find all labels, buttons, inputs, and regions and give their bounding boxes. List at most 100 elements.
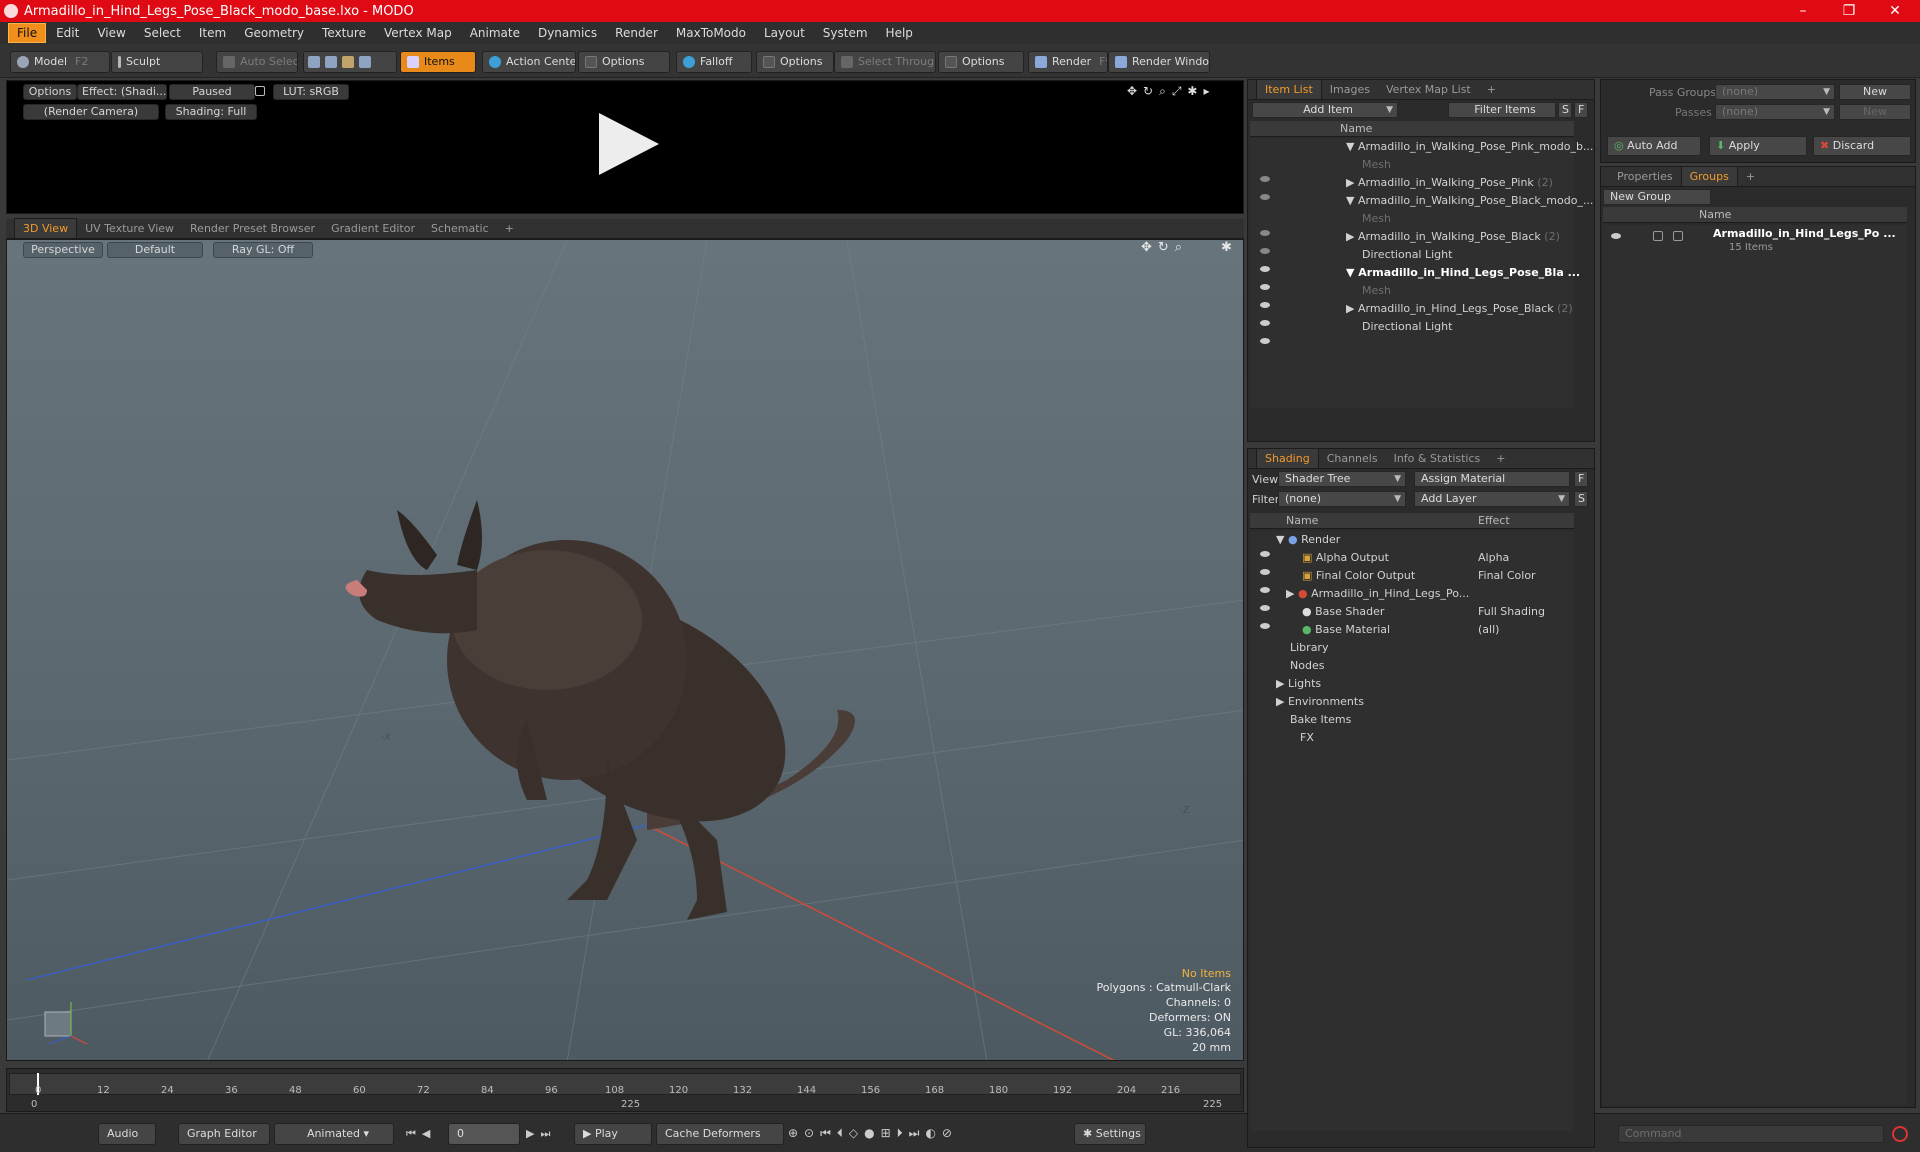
effect-full-shading-dropdown[interactable]: Full Shading bbox=[1478, 603, 1545, 621]
tree-row-directional-light[interactable]: Directional Light bbox=[1362, 246, 1452, 264]
edges-mode-icon[interactable] bbox=[325, 56, 337, 68]
shader-row-nodes[interactable]: Nodes bbox=[1290, 657, 1324, 675]
menu-maxtomodo[interactable]: MaxToModo bbox=[668, 24, 754, 42]
visibility-eye-icon[interactable] bbox=[1260, 551, 1270, 557]
minimize-button[interactable]: – bbox=[1780, 0, 1826, 22]
command-input[interactable]: Command bbox=[1618, 1125, 1884, 1143]
menu-dynamics[interactable]: Dynamics bbox=[530, 24, 605, 42]
tab-item-list[interactable]: Item List bbox=[1256, 79, 1322, 99]
menu-view[interactable]: View bbox=[89, 24, 133, 42]
tab-schematic[interactable]: Schematic bbox=[423, 219, 497, 238]
shader-row-base-material[interactable]: ● Base Material bbox=[1302, 621, 1390, 639]
menu-select[interactable]: Select bbox=[136, 24, 189, 42]
new-group-button[interactable]: New Group bbox=[1603, 189, 1711, 205]
record-icon[interactable] bbox=[1892, 1126, 1908, 1142]
filter-items-input[interactable]: Filter Items bbox=[1448, 102, 1556, 118]
graph-editor-button[interactable]: Graph Editor bbox=[178, 1123, 270, 1145]
preview-camera-dropdown[interactable]: (Render Camera) bbox=[23, 104, 159, 120]
tree-row-hind-legs-black[interactable]: ▶ Armadillo_in_Hind_Legs_Pose_Black (2) bbox=[1346, 300, 1573, 318]
action-center-options-button[interactable]: Options bbox=[578, 51, 670, 73]
3d-viewport[interactable]: Perspective Default Ray GL: Off ✥↻⌕ ✱ -X… bbox=[6, 239, 1244, 1061]
tab-properties[interactable]: Properties bbox=[1609, 167, 1681, 186]
shader-row-final-color-output[interactable]: ▣ Final Color Output bbox=[1302, 567, 1415, 585]
shader-row-lights[interactable]: ▶ Lights bbox=[1276, 675, 1321, 693]
tree-row-directional-light[interactable]: Directional Light bbox=[1362, 318, 1452, 336]
preview-lut-dropdown[interactable]: LUT: sRGB bbox=[273, 84, 349, 100]
visibility-eye-icon[interactable] bbox=[1260, 266, 1270, 272]
tree-row-hind-legs-scene[interactable]: ▼ Armadillo_in_Hind_Legs_Pose_Bla ... bbox=[1346, 264, 1580, 282]
materials-mode-icon[interactable] bbox=[359, 56, 371, 68]
cache-deformers-button[interactable]: Cache Deformers bbox=[656, 1123, 784, 1145]
falloff-button[interactable]: Falloff bbox=[676, 51, 752, 73]
render-window-button[interactable]: Render Window bbox=[1108, 51, 1210, 73]
effect-alpha-dropdown[interactable]: Alpha bbox=[1478, 549, 1509, 567]
visibility-eye-icon[interactable] bbox=[1611, 233, 1621, 239]
shader-row-bake-items[interactable]: Bake Items bbox=[1290, 711, 1351, 729]
tree-row-mesh[interactable]: Mesh bbox=[1362, 282, 1391, 300]
s-button[interactable]: S bbox=[1558, 102, 1572, 118]
menu-item[interactable]: Item bbox=[191, 24, 234, 42]
preview-paused-button[interactable]: Paused bbox=[169, 84, 255, 100]
visibility-eye-icon[interactable] bbox=[1260, 248, 1270, 254]
tab-channels[interactable]: Channels bbox=[1319, 449, 1386, 468]
armadillo-model[interactable] bbox=[345, 500, 855, 920]
effect-all-dropdown[interactable]: (all) bbox=[1478, 621, 1499, 639]
visibility-eye-icon[interactable] bbox=[1260, 587, 1270, 593]
add-tab-icon[interactable]: + bbox=[497, 219, 522, 238]
falloff-options-button[interactable]: Options bbox=[756, 51, 834, 73]
tab-render-preset-browser[interactable]: Render Preset Browser bbox=[182, 219, 323, 238]
select-through-options-button[interactable]: Options bbox=[938, 51, 1024, 73]
visibility-eye-icon[interactable] bbox=[1260, 230, 1270, 236]
tab-vertex-map-list[interactable]: Vertex Map List bbox=[1378, 80, 1479, 99]
frame-input[interactable]: 0 bbox=[448, 1123, 520, 1145]
transport-forward-icons[interactable]: ▶⏭ bbox=[526, 1127, 556, 1141]
add-item-dropdown[interactable]: Add Item ▼ bbox=[1252, 102, 1398, 118]
lock-checkbox[interactable] bbox=[1653, 231, 1663, 241]
menu-edit[interactable]: Edit bbox=[48, 24, 87, 42]
action-center-button[interactable]: Action Center bbox=[482, 51, 576, 73]
new-pass-button[interactable]: New bbox=[1839, 104, 1911, 120]
f-button[interactable]: F bbox=[1574, 102, 1588, 118]
menu-animate[interactable]: Animate bbox=[462, 24, 528, 42]
preview-options-button[interactable]: Options bbox=[23, 84, 77, 100]
preview-effect-dropdown[interactable]: Effect: (Shadi... bbox=[77, 84, 167, 100]
s-button[interactable]: S bbox=[1574, 491, 1588, 507]
items-mode-button[interactable]: Items bbox=[400, 51, 476, 73]
discard-button[interactable]: ✖ Discard bbox=[1813, 136, 1911, 156]
menu-file[interactable]: File bbox=[8, 23, 47, 43]
select-checkbox[interactable] bbox=[1673, 231, 1683, 241]
menu-layout[interactable]: Layout bbox=[756, 24, 813, 42]
apply-button[interactable]: ⬇ Apply bbox=[1709, 136, 1807, 156]
auto-select-button[interactable]: Auto Select bbox=[216, 51, 298, 73]
settings-button[interactable]: ✱ Settings bbox=[1074, 1123, 1146, 1145]
visibility-eye-icon[interactable] bbox=[1260, 194, 1270, 200]
passes-dropdown[interactable]: (none) ▼ bbox=[1715, 104, 1835, 120]
assign-material-button[interactable]: Assign Material bbox=[1414, 471, 1570, 487]
close-button[interactable]: ✕ bbox=[1872, 0, 1918, 22]
tab-images[interactable]: Images bbox=[1322, 80, 1378, 99]
visibility-eye-icon[interactable] bbox=[1260, 176, 1270, 182]
menu-render[interactable]: Render bbox=[607, 24, 666, 42]
visibility-eye-icon[interactable] bbox=[1260, 605, 1270, 611]
new-pass-group-button[interactable]: New bbox=[1839, 84, 1911, 100]
polygons-mode-icon[interactable] bbox=[342, 56, 354, 68]
pass-groups-dropdown[interactable]: (none) ▼ bbox=[1715, 84, 1835, 100]
menu-texture[interactable]: Texture bbox=[314, 24, 374, 42]
timeline[interactable]: 0 12 24 36 48 60 72 84 96 108 120 132 14… bbox=[6, 1068, 1244, 1112]
tree-row-walking-pink-scene[interactable]: ▼ Armadillo_in_Walking_Pose_Pink_modo_b.… bbox=[1346, 138, 1593, 156]
tree-row-mesh[interactable]: Mesh bbox=[1362, 210, 1391, 228]
tree-row-walking-black[interactable]: ▶ Armadillo_in_Walking_Pose_Black (2) bbox=[1346, 228, 1560, 246]
model-mode-button[interactable]: Model F2 bbox=[10, 51, 110, 73]
shader-row-material-group[interactable]: ▶ ● Armadillo_in_Hind_Legs_Po... bbox=[1286, 585, 1469, 603]
visibility-eye-icon[interactable] bbox=[1260, 338, 1270, 344]
key-tools-icons[interactable]: ⊕⊙⏮⏴◇●⊞⏵⏭◐⊘ bbox=[788, 1126, 958, 1141]
shader-row-alpha-output[interactable]: ▣ Alpha Output bbox=[1302, 549, 1389, 567]
menu-help[interactable]: Help bbox=[878, 24, 921, 42]
tree-row-walking-black-scene[interactable]: ▼ Armadillo_in_Walking_Pose_Black_modo_.… bbox=[1346, 192, 1593, 210]
add-tab-icon[interactable]: + bbox=[1738, 167, 1763, 186]
tree-row-walking-pink[interactable]: ▶ Armadillo_in_Walking_Pose_Pink (2) bbox=[1346, 174, 1553, 192]
filter-dropdown[interactable]: (none) ▼ bbox=[1278, 491, 1406, 507]
play-render-icon[interactable] bbox=[593, 109, 663, 179]
menu-vertex-map[interactable]: Vertex Map bbox=[376, 24, 460, 42]
animated-dropdown[interactable]: Animated ▾ bbox=[274, 1123, 394, 1145]
